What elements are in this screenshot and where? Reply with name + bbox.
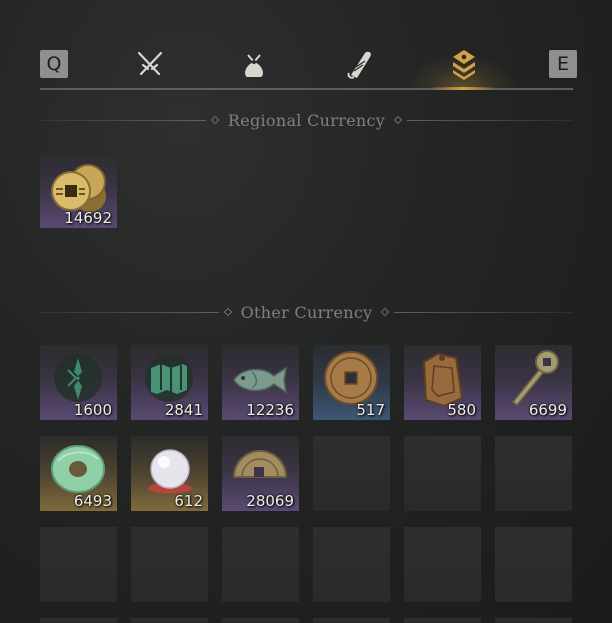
prev-tab-key[interactable]: Q (40, 50, 68, 78)
other-currency-title: Other Currency (240, 302, 373, 322)
divider-diamond (210, 115, 220, 125)
tab-items[interactable] (234, 44, 274, 84)
item-count: 2841 (164, 401, 203, 419)
empty-slot (404, 527, 481, 602)
currency-slot[interactable]: 2841 (131, 345, 208, 420)
currency-slot[interactable]: 6493 (40, 436, 117, 511)
empty-slot (495, 436, 572, 511)
item-count: 12236 (246, 401, 294, 419)
other-currency-header: Other Currency (40, 301, 573, 323)
tab-scrolls[interactable] (340, 44, 380, 84)
empty-slot (313, 618, 390, 623)
divider-diamond (381, 307, 390, 317)
item-count: 28069 (246, 492, 294, 510)
next-tab-key[interactable]: E (549, 50, 577, 78)
currency-slot[interactable]: 12236 (222, 345, 299, 420)
empty-slot (404, 618, 481, 623)
currency-stack-icon (453, 50, 475, 80)
empty-slot (222, 527, 299, 602)
empty-slot (222, 618, 299, 623)
currency-slot[interactable]: 612 (131, 436, 208, 511)
currency-slot[interactable]: 14692 (40, 153, 117, 228)
active-tab-indicator (430, 87, 496, 90)
item-count: 580 (447, 401, 476, 419)
empty-slot (495, 618, 572, 623)
item-count: 6699 (528, 401, 567, 419)
divider-line (40, 119, 206, 121)
empty-slot (404, 436, 481, 511)
pouch-icon (245, 54, 263, 77)
item-count: 517 (356, 401, 385, 419)
empty-slot (495, 527, 572, 602)
item-count: 612 (174, 492, 203, 510)
tab-equipment[interactable] (130, 44, 170, 84)
empty-slot (131, 618, 208, 623)
empty-slot (313, 527, 390, 602)
item-count: 6493 (73, 492, 112, 510)
crossed-swords-icon (137, 51, 163, 76)
currency-slot[interactable]: 6699 (495, 345, 572, 420)
empty-slot (40, 527, 117, 602)
empty-slot (40, 618, 117, 623)
scroll-icon (347, 51, 371, 79)
item-count: 14692 (64, 209, 112, 227)
item-count: 1600 (73, 401, 112, 419)
empty-slot (313, 436, 390, 511)
regional-currency-title: Regional Currency (227, 110, 386, 130)
currency-slot[interactable]: 28069 (222, 436, 299, 511)
divider-line (40, 311, 219, 313)
currency-slot[interactable]: 580 (404, 345, 481, 420)
divider-diamond (393, 115, 403, 125)
currency-slot[interactable]: 1600 (40, 345, 117, 420)
regional-currency-header: Regional Currency (40, 109, 573, 131)
tab-currency[interactable] (444, 44, 484, 84)
empty-slot (131, 527, 208, 602)
currency-slot[interactable]: 517 (313, 345, 390, 420)
divider-diamond (223, 307, 232, 317)
divider-line (394, 311, 573, 313)
divider-line (407, 119, 573, 121)
